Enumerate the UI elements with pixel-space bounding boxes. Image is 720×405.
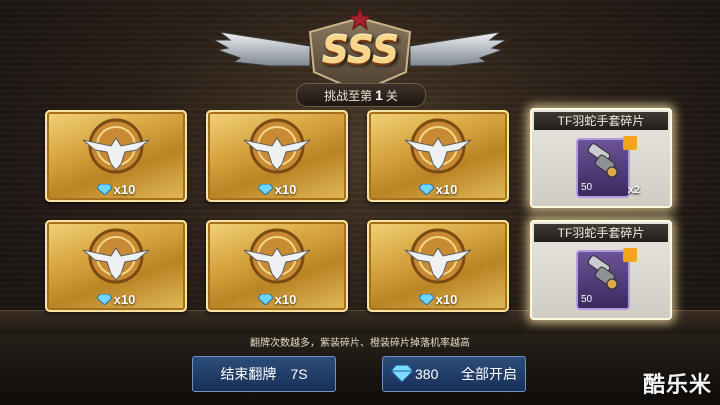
reward-amount: x10 [45,182,187,197]
fragment-icon [623,136,637,150]
fragment-icon [623,248,637,262]
gauntlet-icon [587,255,618,290]
reward-amount: x10 [206,182,348,197]
diamond-icon [418,294,434,305]
diamond-icon [96,184,112,195]
reward-amount: x10 [206,292,348,307]
item-level: 50 [581,182,593,193]
flip-card-5[interactable]: x10 [206,220,348,312]
flip-card-2[interactable]: x10 [206,110,348,202]
subtitle-prefix: 挑战至第 [324,89,373,103]
reward-amount: x10 [367,292,509,307]
eagle-emblem-icon [82,118,150,174]
item-title: TF羽蛇手套碎片 [534,112,668,130]
revealed-card-2: TF羽蛇手套碎片 50 [530,220,672,320]
drop-rate-hint: 翻牌次数越多，紫装碎片、橙装碎片掉落机率越高 [250,338,470,349]
diamond-icon [418,184,434,195]
item-slot: 50 [576,248,637,310]
rank-label: SSS [321,28,399,72]
gauntlet-icon [587,143,618,178]
revealed-card-1: TF羽蛇手套碎片 50 x2 [530,108,672,208]
item-title: TF羽蛇手套碎片 [534,224,668,242]
eagle-emblem-icon [404,228,472,284]
item-level: 50 [581,294,593,305]
open-all-label: 全部开启 [461,366,517,382]
item-slot: 50 x2 [576,136,640,198]
item-quantity: x2 [627,184,640,196]
diamond-icon [257,184,273,195]
eagle-emblem-icon [82,228,150,284]
eagle-emblem-icon [243,228,311,284]
subtitle-suffix: 关 [385,89,398,103]
flip-card-1[interactable]: x10 [45,110,187,202]
stage-progress: 挑战至第 1 关 [296,83,426,107]
eagle-emblem-icon [404,118,472,174]
reward-amount: x10 [367,182,509,197]
open-all-button[interactable]: 380 全部开启 [382,356,526,392]
flip-card-3[interactable]: x10 [367,110,509,202]
diamond-icon [391,365,413,382]
flip-card-6[interactable]: x10 [367,220,509,312]
eagle-emblem-icon [243,118,311,174]
open-all-cost: 380 [415,366,439,382]
watermark: 酷乐米 [642,373,712,398]
diamond-icon [96,294,112,305]
stage-number: 1 [375,87,383,103]
end-flip-label: 结束翻牌 [220,366,277,382]
end-flip-button[interactable]: 结束翻牌 7S [192,356,336,392]
diamond-icon [257,294,273,305]
reward-amount: x10 [45,292,187,307]
countdown-timer: 7S [290,366,308,382]
flip-card-4[interactable]: x10 [45,220,187,312]
